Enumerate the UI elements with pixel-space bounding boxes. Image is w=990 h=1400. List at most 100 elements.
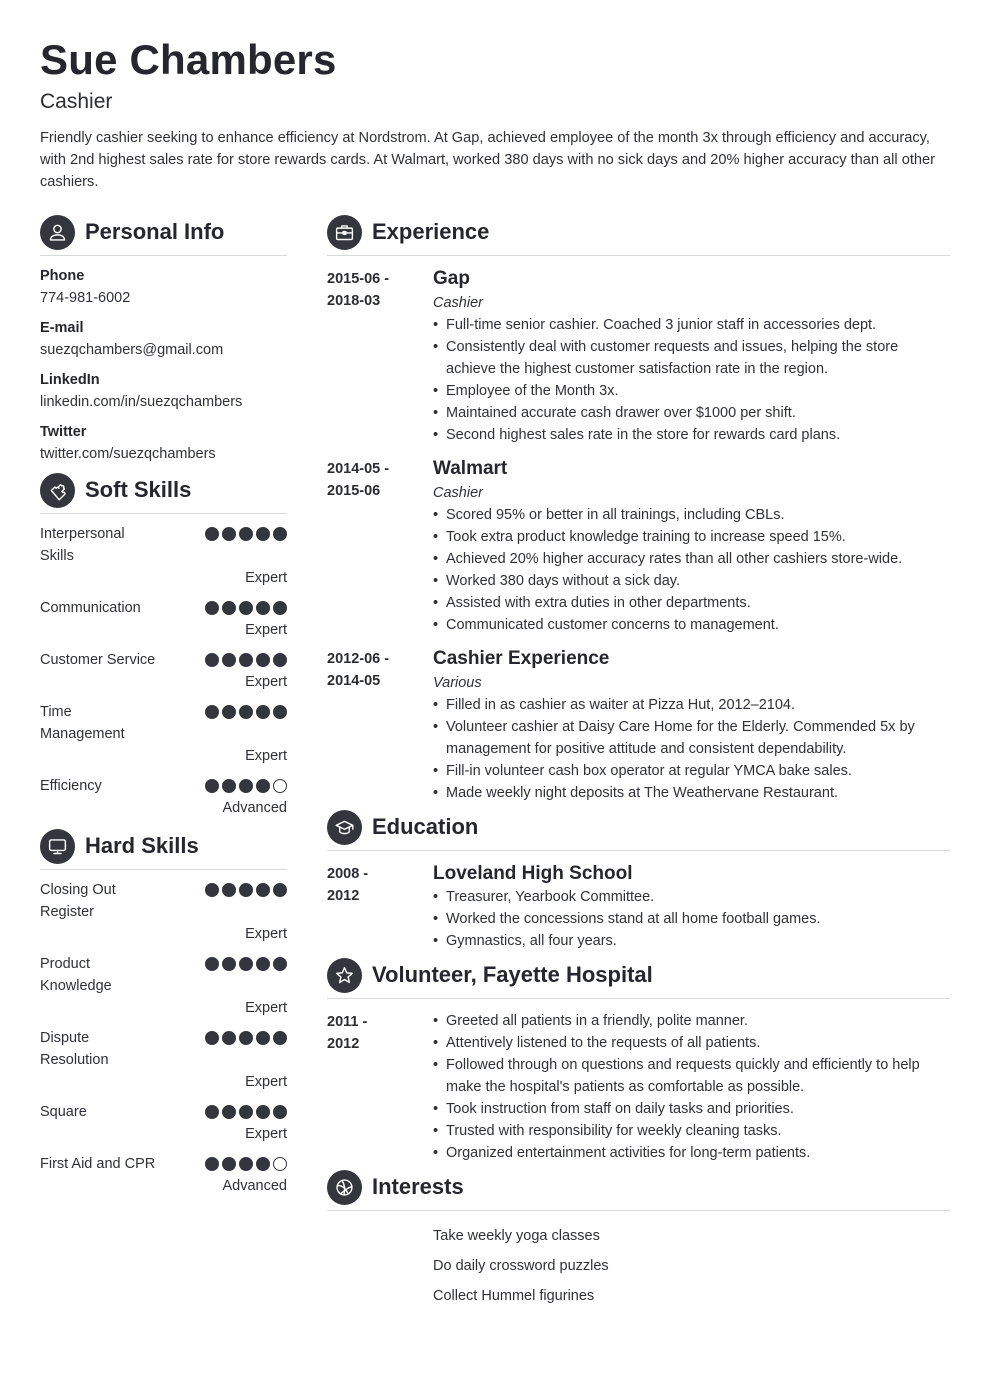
rating-dot-filled [273,601,287,615]
date-end: 2015-06 [327,483,381,499]
skill-rating [205,953,287,971]
bullet-item: Attentively listened to the requests of … [433,1032,950,1054]
rating-dot-filled [205,601,219,615]
skill-item: Communication Expert [40,597,287,641]
entry-subtitle: Cashier [433,485,483,501]
rating-dot-filled [239,653,253,667]
skill-name: Product Knowledge [40,956,112,994]
skill-rating [205,1153,287,1171]
entry-subtitle: Various [433,675,482,691]
skill-rating [205,879,287,897]
rating-dot-filled [239,779,253,793]
bullet-list: Treasurer, Yearbook Committee.Worked the… [433,886,950,952]
rating-dot-filled [205,1157,219,1171]
rating-dot-empty [273,779,287,793]
rating-dot-filled [239,601,253,615]
skill-level: Expert [245,1000,287,1016]
rating-dot-filled [222,883,236,897]
bullet-item: Took instruction from staff on daily tas… [433,1098,950,1120]
rating-dot-filled [239,1157,253,1171]
entry-body: Cashier Experience Various Filled in as ca… [433,647,950,804]
volunteer-section: Volunteer, Fayette Hospital 2011 - 2012 Gr… [327,956,950,1164]
entry-title: Gap [433,268,470,289]
skill-row: Customer Service [40,649,287,671]
interests-list: Take weekly yoga classes Do daily crosswo… [327,1221,950,1311]
rating-dot-filled [273,883,287,897]
skill-item: Product Knowledge Expert [40,953,287,1019]
skill-item: Customer Service Expert [40,649,287,693]
skill-row: Time Management [40,701,287,745]
bullet-list: Filled in as cashier as waiter at Pizza … [433,694,950,804]
rating-dot-filled [273,653,287,667]
entry-subtitle: Cashier [433,295,483,311]
skill-name: Customer Service [40,652,156,668]
skill-item: Dispute Resolution Expert [40,1027,287,1093]
interests-section: Interests Take weekly yoga classes Do dai… [327,1168,950,1311]
volunteer-entries: 2011 - 2012 Greeted all patients in a frie… [327,1010,950,1164]
date-start: 2011 - [327,1014,368,1030]
skill-item: Time Management Expert [40,701,287,767]
skill-name: Closing Out Register [40,882,116,920]
rating-dot-empty [273,1157,287,1171]
skill-level: Expert [245,1126,287,1142]
entry-body: Gap Cashier Full-time senior cashier. Coac… [433,267,950,446]
contact-label: LinkedIn [40,372,100,388]
bullet-item: Full-time senior cashier. Coached 3 juni… [433,314,950,336]
skill-name: Dispute Resolution [40,1030,109,1068]
monitor-icon [40,828,75,864]
rating-dot-filled [222,957,236,971]
skill-row: Dispute Resolution [40,1027,287,1071]
bullet-list: Full-time senior cashier. Coached 3 juni… [433,314,950,446]
education-entries: 2008 - 2012 Loveland High SchoolTreasurer,… [327,862,950,952]
skill-level: Advanced [222,800,288,816]
rating-dot-filled [256,1031,270,1045]
bullet-item: Maintained accurate cash drawer over $10… [433,402,950,424]
rating-dot-filled [256,1157,270,1171]
left-column: Personal Info Phone 774-981-6002 E-mail sue… [40,213,287,1205]
rating-dot-filled [256,705,270,719]
entry: 2012-06 - 2014-05 Cashier Experience Variou… [327,647,950,804]
rating-dot-filled [273,705,287,719]
bullet-item: Consistently deal with customer requests… [433,336,950,380]
skill-item: Closing Out Register Expert [40,879,287,945]
bullet-item: Filled in as cashier as waiter at Pizza … [433,694,950,716]
skill-name: Square [40,1104,87,1120]
contact-label: E-mail [40,320,84,336]
skill-rating [205,775,287,793]
skill-row: First Aid and CPR [40,1153,287,1175]
rating-dot-filled [273,1031,287,1045]
date-start: 2012-06 - [327,651,390,667]
date-end: 2018-03 [327,293,381,309]
education-section: Education 2008 - 2012 Loveland High School… [327,808,950,952]
interest-item: Do daily crossword puzzles [433,1258,609,1274]
rating-dot-filled [239,1031,253,1045]
section-header: Education [327,808,950,851]
skill-level: Expert [245,1074,287,1090]
skill-level: Expert [245,674,287,690]
rating-dot-filled [256,653,270,667]
date-end: 2012 [327,888,360,904]
user-icon [40,214,75,250]
section-title: Hard Skills [85,833,199,858]
skill-row: Efficiency [40,775,287,797]
entry-body: Loveland High SchoolTreasurer, Yearbook … [433,862,950,952]
bullet-item: Worked 380 days without a sick day. [433,570,950,592]
rating-dot-filled [222,1105,236,1119]
skill-name: Time Management [40,704,125,742]
star-icon [327,957,362,993]
bullet-item: Scored 95% or better in all trainings, i… [433,504,950,526]
rating-dot-filled [205,1031,219,1045]
skill-rating [205,523,287,541]
briefcase-icon [327,214,362,250]
rating-dot-filled [273,957,287,971]
bullet-item: Volunteer cashier at Daisy Care Home for… [433,716,950,760]
rating-dot-filled [222,779,236,793]
skill-level: Advanced [222,1178,288,1194]
bullet-item: Gymnastics, all four years. [433,930,950,952]
summary: Friendly cashier seeking to enhance effi… [40,130,935,190]
rating-dot-filled [239,1105,253,1119]
entry-date: 2012-06 - 2014-05 [327,647,433,804]
contact-value-linkedin: linkedin.com/in/suezqchambers [40,394,243,410]
skill-name: Interpersonal Skills [40,526,125,564]
entry-title: Cashier Experience [433,648,610,669]
